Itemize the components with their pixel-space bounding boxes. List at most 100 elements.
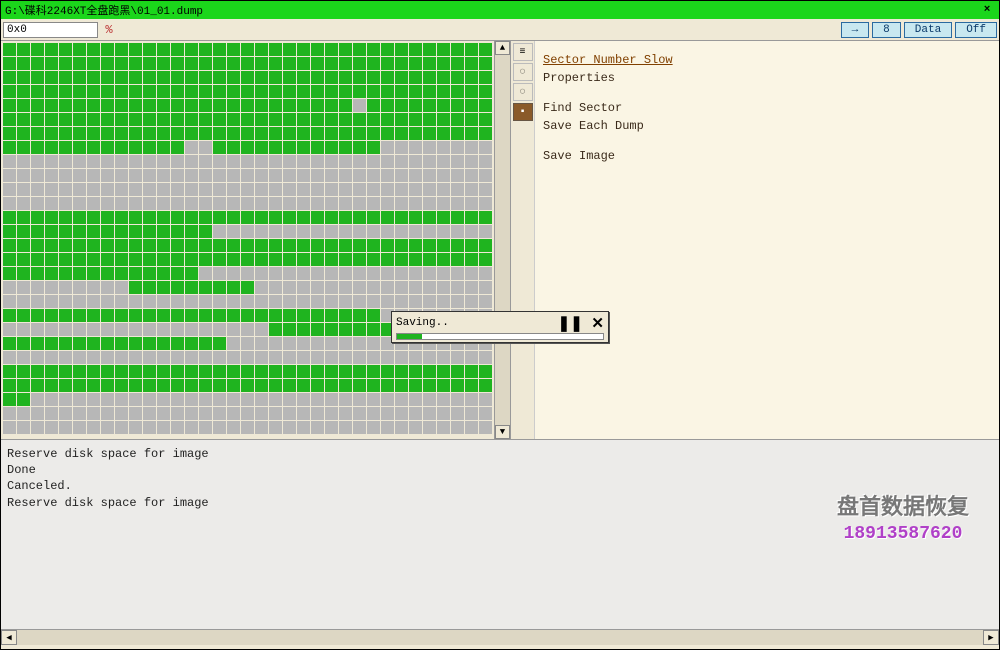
sector-cell[interactable] (465, 155, 478, 168)
sector-cell[interactable] (129, 197, 142, 210)
sector-cell[interactable] (101, 295, 114, 308)
sector-cell[interactable] (339, 43, 352, 56)
sector-cell[interactable] (129, 365, 142, 378)
sector-cell[interactable] (171, 239, 184, 252)
sector-cell[interactable] (17, 337, 30, 350)
sector-cell[interactable] (381, 225, 394, 238)
sector-cell[interactable] (241, 351, 254, 364)
sector-cell[interactable] (31, 113, 44, 126)
sector-cell[interactable] (45, 393, 58, 406)
sector-cell[interactable] (59, 421, 72, 434)
tool-align-icon[interactable]: ≡ (513, 43, 533, 61)
sector-cell[interactable] (451, 71, 464, 84)
sector-cell[interactable] (311, 379, 324, 392)
sector-cell[interactable] (297, 113, 310, 126)
sector-cell[interactable] (367, 365, 380, 378)
sector-cell[interactable] (409, 267, 422, 280)
sector-cell[interactable] (381, 379, 394, 392)
sector-cell[interactable] (325, 43, 338, 56)
sector-cell[interactable] (87, 127, 100, 140)
sector-cell[interactable] (437, 281, 450, 294)
sector-cell[interactable] (59, 99, 72, 112)
sector-cell[interactable] (339, 113, 352, 126)
sector-cell[interactable] (199, 99, 212, 112)
sector-cell[interactable] (437, 169, 450, 182)
sector-cell[interactable] (227, 127, 240, 140)
sector-cell[interactable] (171, 211, 184, 224)
sector-cell[interactable] (3, 85, 16, 98)
sector-cell[interactable] (157, 183, 170, 196)
sector-cell[interactable] (353, 281, 366, 294)
sector-cell[interactable] (73, 183, 86, 196)
sector-cell[interactable] (241, 239, 254, 252)
sector-cell[interactable] (367, 155, 380, 168)
sector-cell[interactable] (465, 99, 478, 112)
sector-cell[interactable] (381, 351, 394, 364)
sector-cell[interactable] (437, 183, 450, 196)
sector-cell[interactable] (297, 351, 310, 364)
sector-cell[interactable] (143, 197, 156, 210)
sector-cell[interactable] (73, 281, 86, 294)
sector-cell[interactable] (199, 253, 212, 266)
sector-cell[interactable] (157, 127, 170, 140)
sector-cell[interactable] (451, 365, 464, 378)
sector-cell[interactable] (213, 281, 226, 294)
sector-cell[interactable] (213, 351, 226, 364)
sector-cell[interactable] (227, 365, 240, 378)
sector-cell[interactable] (115, 155, 128, 168)
sector-cell[interactable] (199, 421, 212, 434)
sector-cell[interactable] (241, 225, 254, 238)
menu-find-sector[interactable]: Find Sector (543, 99, 991, 117)
sector-cell[interactable] (213, 225, 226, 238)
sector-cell[interactable] (297, 239, 310, 252)
sector-cell[interactable] (157, 323, 170, 336)
sector-cell[interactable] (87, 379, 100, 392)
sector-cell[interactable] (101, 281, 114, 294)
sector-cell[interactable] (185, 211, 198, 224)
sector-cell[interactable] (59, 211, 72, 224)
sector-cell[interactable] (227, 169, 240, 182)
cancel-icon[interactable]: ✕ (591, 315, 604, 332)
sector-cell[interactable] (115, 211, 128, 224)
sector-cell[interactable] (87, 239, 100, 252)
sector-cell[interactable] (325, 85, 338, 98)
sector-cell[interactable] (73, 407, 86, 420)
sector-cell[interactable] (213, 393, 226, 406)
sector-cell[interactable] (3, 281, 16, 294)
sector-cell[interactable] (283, 169, 296, 182)
sector-cell[interactable] (143, 281, 156, 294)
sector-cell[interactable] (143, 337, 156, 350)
sector-cell[interactable] (143, 169, 156, 182)
sector-cell[interactable] (143, 407, 156, 420)
sector-cell[interactable] (311, 127, 324, 140)
sector-cell[interactable] (129, 127, 142, 140)
sector-cell[interactable] (395, 379, 408, 392)
sector-cell[interactable] (353, 141, 366, 154)
sector-cell[interactable] (213, 127, 226, 140)
sector-cell[interactable] (395, 85, 408, 98)
sector-cell[interactable] (325, 421, 338, 434)
sector-cell[interactable] (157, 113, 170, 126)
sector-cell[interactable] (353, 351, 366, 364)
sector-cell[interactable] (31, 239, 44, 252)
sector-cell[interactable] (115, 379, 128, 392)
sector-cell[interactable] (423, 155, 436, 168)
sector-cell[interactable] (479, 85, 492, 98)
sector-cell[interactable] (353, 323, 366, 336)
sector-cell[interactable] (269, 253, 282, 266)
sector-cell[interactable] (213, 253, 226, 266)
sector-cell[interactable] (255, 141, 268, 154)
sector-cell[interactable] (227, 43, 240, 56)
sector-cell[interactable] (17, 225, 30, 238)
sector-cell[interactable] (381, 197, 394, 210)
sector-cell[interactable] (465, 169, 478, 182)
sector-cell[interactable] (129, 43, 142, 56)
sector-cell[interactable] (101, 225, 114, 238)
sector-cell[interactable] (185, 225, 198, 238)
sector-cell[interactable] (283, 393, 296, 406)
sector-cell[interactable] (255, 267, 268, 280)
sector-cell[interactable] (171, 99, 184, 112)
sector-cell[interactable] (269, 127, 282, 140)
sector-cell[interactable] (115, 253, 128, 266)
sector-cell[interactable] (283, 351, 296, 364)
